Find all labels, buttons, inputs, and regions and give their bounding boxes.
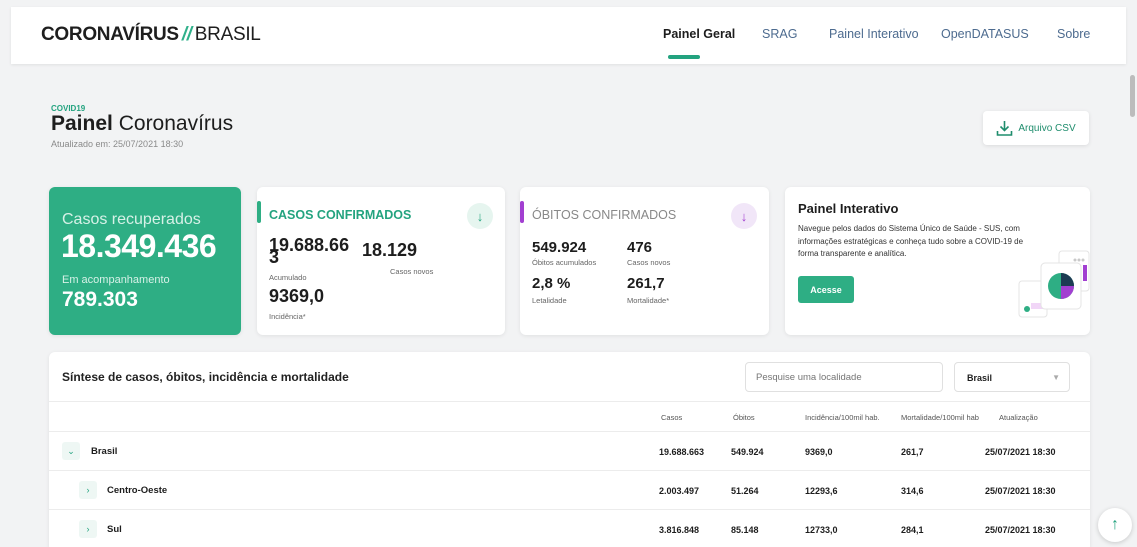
nav-srag[interactable]: SRAG	[762, 27, 797, 41]
logo-light-text: BRASIL	[194, 24, 261, 45]
deaths-mortality: 261,7	[627, 275, 665, 292]
confirmed-deaths-card: ÓBITOS CONFIRMADOS ↓ 549.924 Óbitos acum…	[520, 187, 769, 335]
row-name: Centro-Oeste	[107, 485, 168, 496]
confirmed-accumulated: 19.688.66 3	[269, 235, 350, 266]
location-search-input[interactable]	[745, 362, 943, 392]
row-divider	[49, 470, 1090, 471]
download-icon	[997, 120, 1013, 136]
chevron-right-icon[interactable]: ›	[79, 481, 97, 499]
row-updated: 25/07/2021 18:30	[985, 486, 1056, 496]
page-title-rest: Coronavírus	[118, 112, 234, 135]
row-name: Brasil	[91, 446, 118, 457]
deaths-accent-bar	[520, 201, 524, 223]
download-csv-button[interactable]: Arquivo CSV	[983, 111, 1089, 145]
row-mortality: 314,6	[901, 486, 924, 496]
deaths-accumulated: 549.924	[532, 239, 587, 256]
col-header-cases[interactable]: Casos	[661, 413, 682, 422]
arrow-up-icon: ↑	[1111, 516, 1119, 533]
arrow-down-icon: ↓	[740, 208, 748, 224]
confirmed-new-label: Casos novos	[390, 267, 434, 276]
row-deaths: 51.264	[731, 486, 759, 496]
updated-timestamp: Atualizado em: 25/07/2021 18:30	[51, 139, 184, 149]
dashboard-illustration	[1018, 250, 1090, 318]
confirmed-accent-bar	[257, 201, 261, 223]
nav-painel-geral[interactable]: Painel Geral	[663, 27, 735, 41]
row-incidence: 12733,0	[805, 525, 838, 535]
col-header-incidence[interactable]: Incidência/100mil hab.	[805, 413, 880, 422]
row-updated: 25/07/2021 18:30	[985, 447, 1056, 457]
logo-slash: //	[181, 24, 192, 45]
interactive-panel-description: Navegue pelos dados do Sistema Único de …	[798, 224, 1024, 258]
recovered-value: 18.349.436	[61, 228, 217, 264]
row-updated: 25/07/2021 18:30	[985, 525, 1056, 535]
confirmed-new: 18.129	[362, 240, 418, 260]
page-scrollbar[interactable]	[1128, 65, 1137, 547]
nav-sobre[interactable]: Sobre	[1057, 27, 1090, 41]
chevron-right-icon[interactable]: ›	[79, 520, 97, 538]
row-deaths: 549.924	[731, 447, 764, 457]
deaths-new: 476	[627, 239, 653, 256]
row-cases: 19.688.663	[659, 447, 705, 457]
row-cases: 3.816.848	[659, 525, 700, 535]
summary-table-panel: Síntese de casos, óbitos, incidência e m…	[49, 352, 1090, 547]
confirmed-accumulated-line1: 19.688.66	[269, 235, 350, 255]
download-csv-label: Arquivo CSV	[1018, 122, 1076, 134]
region-select[interactable]: Brasil ▼	[954, 362, 1070, 392]
row-name: Sul	[107, 524, 122, 535]
confirmed-incidence-label: Incidência*	[269, 312, 306, 321]
confirmed-title: CASOS CONFIRMADOS	[269, 208, 412, 222]
page-title: Painel Coronavírus	[51, 112, 233, 136]
acesse-button[interactable]: Acesse	[798, 276, 854, 303]
active-nav-indicator	[668, 55, 700, 59]
interactive-panel-title: Painel Interativo	[798, 201, 899, 216]
confirmed-toggle-button[interactable]: ↓	[467, 203, 493, 229]
nav-opendatasus[interactable]: OpenDATASUS	[941, 27, 1029, 41]
row-incidence: 9369,0	[805, 447, 833, 457]
logo-bold-text: CORONAVÍRUS	[41, 24, 179, 45]
interactive-panel-card: Painel Interativo Navegue pelos dados do…	[785, 187, 1090, 335]
confirmed-accumulated-label: Acumulado	[269, 273, 307, 282]
recovered-cases-card: Casos recuperados 18.349.436 Em acompanh…	[49, 187, 241, 335]
row-incidence: 12293,6	[805, 486, 838, 496]
arrow-down-icon: ↓	[476, 208, 484, 224]
deaths-mortality-label: Mortalidade*	[627, 296, 670, 305]
col-header-updated[interactable]: Atualização	[999, 413, 1038, 422]
region-select-value: Brasil	[967, 373, 993, 383]
page-title-bold: Painel	[51, 112, 113, 135]
row-mortality: 261,7	[901, 447, 924, 457]
deaths-accumulated-label: Óbitos acumulados	[532, 258, 597, 267]
deaths-new-label: Casos novos	[627, 258, 671, 267]
recovered-label: Casos recuperados	[62, 211, 201, 228]
deaths-title: ÓBITOS CONFIRMADOS	[532, 208, 677, 222]
header-divider	[49, 401, 1090, 402]
nav-painel-interativo[interactable]: Painel Interativo	[829, 27, 919, 41]
confirmed-cases-card: CASOS CONFIRMADOS ↓ 19.688.66 3 Acumulad…	[257, 187, 505, 335]
top-navbar: CORONAVÍRUS//BRASIL Painel Geral SRAG Pa…	[11, 7, 1126, 64]
row-mortality: 284,1	[901, 525, 924, 535]
site-logo[interactable]: CORONAVÍRUS//BRASIL	[41, 24, 261, 46]
deaths-lethality: 2,8 %	[532, 275, 571, 292]
chevron-down-icon[interactable]: ⌄	[62, 442, 80, 460]
scroll-to-top-button[interactable]: ↑	[1098, 508, 1132, 542]
deaths-lethality-label: Letalidade	[532, 296, 567, 305]
deaths-toggle-button[interactable]: ↓	[731, 203, 757, 229]
monitoring-label: Em acompanhamento	[62, 274, 170, 286]
row-cases: 2.003.497	[659, 486, 700, 496]
chevron-down-icon: ▼	[1052, 373, 1060, 382]
confirmed-incidence: 9369,0	[269, 286, 325, 306]
scrollbar-thumb[interactable]	[1130, 75, 1135, 117]
row-divider	[49, 431, 1090, 432]
row-divider	[49, 509, 1090, 510]
monitoring-value: 789.303	[62, 288, 138, 311]
table-title: Síntese de casos, óbitos, incidência e m…	[62, 370, 349, 384]
col-header-deaths[interactable]: Óbitos	[733, 413, 755, 422]
col-header-mortality[interactable]: Mortalidade/100mil hab	[901, 413, 979, 422]
row-deaths: 85.148	[731, 525, 759, 535]
